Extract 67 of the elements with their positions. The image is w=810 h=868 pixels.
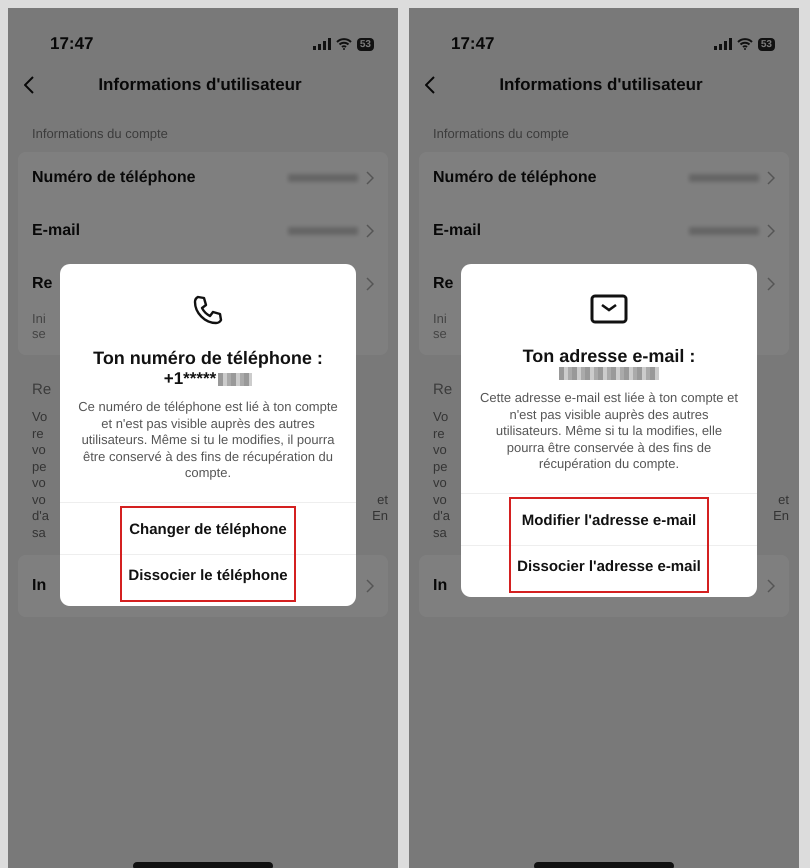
chevron-icon[interactable]	[767, 171, 775, 185]
section-label: Re	[32, 380, 52, 400]
text-fragment: et	[377, 492, 388, 508]
battery-level: 53	[356, 38, 374, 50]
text-fragment: pe	[32, 458, 46, 475]
envelope-icon	[590, 294, 628, 324]
row-label: Numéro de téléphone	[32, 168, 196, 188]
text-fragment: vo	[433, 442, 447, 458]
chevron-icon[interactable]	[366, 277, 374, 291]
wifi-icon	[736, 38, 753, 50]
section-label: Re	[433, 380, 452, 400]
dialog-message: Cette adresse e-mail est liée à ton compte et n'est pas visible auprès des autres utilisateurs. Même si tu la modifies, elle pourra être conservée à des fins de récupération du compte.	[479, 389, 739, 473]
text-fragment: vo	[433, 492, 447, 508]
text-fragment: En	[372, 508, 388, 524]
text-fragment: sa	[32, 524, 46, 541]
dialog-message: Ce numéro de téléphone est lié à ton compte et n'est pas visible auprès des autres utilisateurs. Même si tu le modifies, il pourra être conservé à des fins de récupération du compte.	[77, 398, 339, 482]
dialog-action-button[interactable]: Dissocier l'adresse e-mail	[517, 544, 701, 590]
page-title: Informations d'utilisateur	[97, 74, 303, 96]
note-fragment: se	[32, 326, 47, 340]
text-fragment: vo	[32, 475, 46, 492]
note-fragment: Ini	[32, 310, 47, 326]
row-label: In	[433, 576, 448, 596]
note-fragment: Ini	[433, 310, 448, 326]
chevron-icon[interactable]	[767, 224, 775, 238]
text-fragment: pe	[433, 458, 448, 475]
text-fragment: Vo	[32, 409, 48, 426]
dialog-action-button[interactable]: Modifier l'adresse e-mail	[517, 498, 701, 544]
back-icon[interactable]	[425, 76, 435, 94]
text-fragment: re	[433, 426, 445, 442]
dialog-title: Ton adresse e-mail :	[522, 346, 696, 367]
row-label: Numéro de téléphone	[433, 168, 597, 188]
masked-phone-number: +1*****	[164, 369, 216, 389]
status-time: 17:47	[451, 33, 494, 56]
text-fragment: Vo	[433, 409, 448, 426]
signal-icon	[312, 38, 331, 50]
text-fragment: En	[773, 508, 789, 524]
text-fragment: vo	[32, 442, 46, 458]
text-fragment: vo	[32, 492, 46, 508]
row-label: Re	[32, 274, 52, 294]
wifi-icon	[336, 38, 352, 50]
chevron-icon[interactable]	[767, 579, 775, 593]
text-fragment: d'a	[32, 508, 49, 524]
row-label: Re	[433, 274, 454, 294]
dialog-action-button[interactable]: Changer de téléphone	[128, 508, 288, 554]
status-time: 17:47	[50, 33, 94, 56]
phone-icon	[192, 294, 224, 326]
chevron-icon[interactable]	[366, 579, 374, 593]
section-label: Informations du compte	[32, 125, 168, 143]
text-fragment: vo	[433, 475, 447, 492]
row-label: E-mail	[32, 221, 80, 241]
row-label: E-mail	[433, 221, 482, 241]
chevron-icon[interactable]	[366, 224, 374, 238]
note-fragment: se	[433, 326, 448, 340]
battery-level: 53	[758, 38, 775, 50]
text-fragment: d'a	[433, 508, 450, 524]
text-fragment: re	[32, 426, 44, 442]
text-fragment: sa	[433, 524, 447, 541]
dialog-title: Ton numéro de téléphone :	[92, 348, 324, 369]
chevron-icon[interactable]	[767, 277, 775, 291]
row-label: In	[32, 576, 46, 596]
dialog-action-button[interactable]: Dissocier le téléphone	[128, 554, 288, 600]
section-label: Informations du compte	[433, 125, 569, 143]
chevron-icon[interactable]	[366, 171, 374, 185]
signal-icon	[714, 38, 732, 50]
back-icon[interactable]	[24, 76, 34, 94]
page-title: Informations d'utilisateur	[498, 74, 704, 96]
text-fragment: et	[778, 492, 789, 508]
